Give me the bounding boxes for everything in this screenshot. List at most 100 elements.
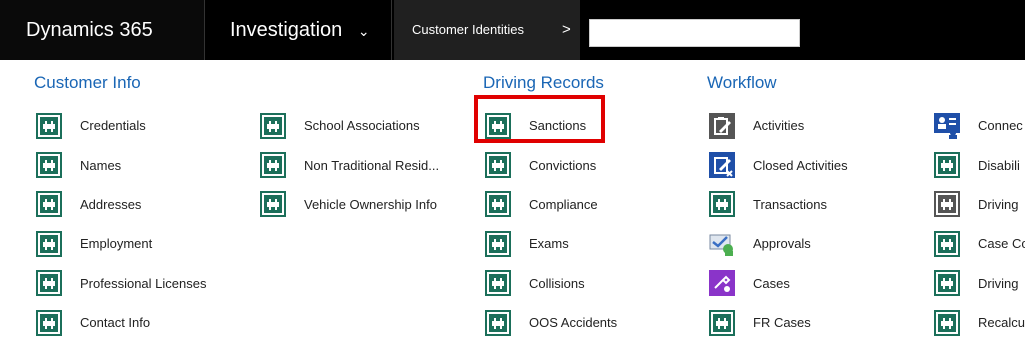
- entity-icon: [932, 269, 962, 297]
- sitemap-item-label: Driving: [978, 196, 1019, 212]
- entity-icon: [707, 190, 737, 218]
- entity-icon: [34, 269, 64, 297]
- area-label: Investigation: [230, 19, 343, 41]
- entity-gray-icon: [932, 190, 962, 218]
- column-header: Driving Records: [483, 73, 604, 92]
- sitemap-item-label: School Associations: [304, 118, 420, 134]
- breadcrumb-label: Customer Identities: [412, 22, 524, 37]
- closed-activities-icon: [707, 151, 737, 179]
- column-driving-records: Driving Records Sanctions Convictions Co…: [483, 60, 617, 342]
- column-workflow-more: Connec Disabili Driving Case Co Driving: [932, 60, 1025, 342]
- column-customer-info: Customer Info Credentials Names Addresse…: [34, 60, 206, 342]
- sitemap-item-label: Exams: [529, 236, 569, 252]
- sitemap-item-school-associations[interactable]: School Associations: [258, 106, 439, 145]
- sitemap-item-names[interactable]: Names: [34, 145, 206, 184]
- connections-icon: [932, 112, 962, 140]
- sitemap-item-label: Contact Info: [80, 315, 151, 331]
- breadcrumb[interactable]: Customer Identities >: [394, 0, 580, 60]
- sitemap-item-driving[interactable]: Driving: [932, 264, 1025, 303]
- entity-icon: [258, 190, 288, 218]
- sitemap-item-label: Approvals: [753, 236, 811, 252]
- sitemap-item-sanctions[interactable]: Sanctions: [483, 106, 617, 145]
- sitemap-item-label: Driving: [978, 275, 1019, 291]
- sitemap-item-credentials[interactable]: Credentials: [34, 106, 206, 145]
- sitemap-item-case-co[interactable]: Case Co: [932, 224, 1025, 263]
- sitemap-item-label: Addresses: [80, 196, 142, 212]
- sitemap-item-label: Transactions: [753, 196, 827, 212]
- sitemap-item-activities[interactable]: Activities: [707, 106, 848, 145]
- sitemap-item-label: Collisions: [529, 275, 585, 291]
- sitemap-item-transactions[interactable]: Transactions: [707, 185, 848, 224]
- sitemap-item-employment[interactable]: Employment: [34, 224, 206, 263]
- sitemap-item-non-traditional-resid[interactable]: Non Traditional Resid...: [258, 145, 439, 184]
- sitemap-item-fr-cases[interactable]: FR Cases: [707, 303, 848, 342]
- app-brand[interactable]: Dynamics 365: [0, 0, 205, 60]
- sitemap-item-cases[interactable]: Cases: [707, 264, 848, 303]
- cases-icon: [707, 269, 737, 297]
- entity-icon: [258, 151, 288, 179]
- chevron-right-icon: >: [562, 21, 571, 38]
- sitemap-item-oos-accidents[interactable]: OOS Accidents: [483, 303, 617, 342]
- entity-icon: [34, 190, 64, 218]
- entity-icon: [34, 151, 64, 179]
- sitemap-item-closed-activities[interactable]: Closed Activities: [707, 145, 848, 184]
- entity-icon: [483, 190, 513, 218]
- column-customer-info-more: School Associations Non Traditional Resi…: [258, 60, 439, 224]
- sitemap-item-label: Disabili: [978, 157, 1020, 173]
- activities-icon: [707, 112, 737, 140]
- entity-icon: [483, 151, 513, 179]
- sitemap-item-driving[interactable]: Driving: [932, 185, 1025, 224]
- sitemap-item-label: Professional Licenses: [80, 275, 207, 291]
- sitemap-item-addresses[interactable]: Addresses: [34, 185, 206, 224]
- approvals-icon: [707, 230, 737, 258]
- entity-icon: [34, 112, 64, 140]
- entity-icon: [483, 230, 513, 258]
- sitemap-item-connec[interactable]: Connec: [932, 106, 1025, 145]
- sitemap-item-professional-licenses[interactable]: Professional Licenses: [34, 264, 206, 303]
- sitemap-item-label: Case Co: [978, 236, 1025, 252]
- sitemap-item-label: FR Cases: [753, 315, 811, 331]
- sitemap-item-exams[interactable]: Exams: [483, 224, 617, 263]
- record-search-input[interactable]: [589, 19, 800, 47]
- entity-icon: [707, 309, 737, 337]
- sitemap-item-label: Credentials: [80, 118, 146, 134]
- sitemap-item-vehicle-ownership-info[interactable]: Vehicle Ownership Info: [258, 185, 439, 224]
- sitemap-item-label: Recalcu: [978, 315, 1025, 331]
- sitemap-item-label: Sanctions: [529, 118, 587, 134]
- chevron-down-icon: ⌄: [357, 22, 370, 39]
- sitemap-item-label: Activities: [753, 118, 805, 134]
- sitemap-item-label: Connec: [978, 118, 1023, 134]
- sitemap-item-label: Cases: [753, 275, 790, 291]
- entity-icon: [932, 230, 962, 258]
- sitemap-item-collisions[interactable]: Collisions: [483, 264, 617, 303]
- sitemap-item-approvals[interactable]: Approvals: [707, 224, 848, 263]
- sitemap-item-contact-info[interactable]: Contact Info: [34, 303, 206, 342]
- entity-icon: [34, 230, 64, 258]
- entity-icon: [483, 309, 513, 337]
- column-header: [258, 60, 439, 106]
- entity-icon: [483, 112, 513, 140]
- area-selector[interactable]: Investigation ⌄: [206, 0, 392, 60]
- sitemap-item-compliance[interactable]: Compliance: [483, 185, 617, 224]
- sitemap-item-label: Non Traditional Resid...: [304, 157, 440, 173]
- sitemap-item-convictions[interactable]: Convictions: [483, 145, 617, 184]
- sitemap-item-label: Employment: [80, 236, 153, 252]
- entity-icon: [483, 269, 513, 297]
- column-header: Customer Info: [34, 73, 141, 92]
- entity-icon: [34, 309, 64, 337]
- column-header: Workflow: [707, 73, 777, 92]
- entity-icon: [258, 112, 288, 140]
- sitemap-item-recalcu[interactable]: Recalcu: [932, 303, 1025, 342]
- entity-icon: [932, 151, 962, 179]
- entity-icon: [932, 309, 962, 337]
- column-workflow: Workflow Activities Closed Activities Tr…: [707, 60, 848, 342]
- sitemap-item-label: Vehicle Ownership Info: [304, 196, 437, 212]
- sitemap-item-label: Closed Activities: [753, 157, 848, 173]
- column-header: [932, 60, 1025, 106]
- sitemap-item-label: Convictions: [529, 157, 597, 173]
- sitemap-item-label: Compliance: [529, 196, 598, 212]
- sitemap-item-disabili[interactable]: Disabili: [932, 145, 1025, 184]
- sitemap-item-label: Names: [80, 157, 122, 173]
- sitemap-item-label: OOS Accidents: [529, 315, 618, 331]
- top-nav-bar: Dynamics 365 Investigation ⌄ Customer Id…: [0, 0, 1025, 60]
